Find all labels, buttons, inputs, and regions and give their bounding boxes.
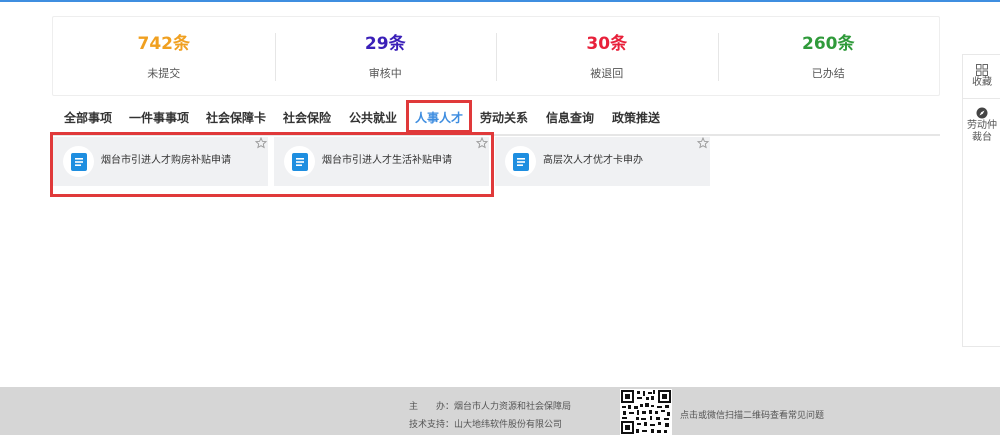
document-icon: [505, 146, 536, 177]
top-accent-line: [0, 0, 1000, 2]
star-icon[interactable]: [697, 137, 709, 149]
tab-info-query[interactable]: 信息查询: [546, 110, 594, 126]
service-card[interactable]: 高层次人才优才卡申办: [495, 137, 710, 186]
tab-social-security-card[interactable]: 社会保障卡: [206, 110, 266, 126]
sidebar-item-label: 收藏: [972, 77, 992, 88]
stat-label: 被退回: [590, 67, 624, 80]
stat-returned[interactable]: 30条 被退回: [496, 17, 718, 95]
footer-support: 技术支持：山大地纬软件股份有限公司: [409, 419, 562, 431]
sidebar-divider: [963, 98, 1000, 99]
active-tab-highlight: [406, 100, 472, 133]
service-card-title: 高层次人才优才卡申办: [543, 155, 643, 166]
footer-support-label: 技术支持：: [409, 420, 455, 430]
sidebar-item-labor-arbitration[interactable]: 劳动仲裁台: [963, 107, 1000, 144]
tab-policy-push[interactable]: 政策推送: [612, 110, 660, 126]
qr-code-icon: [620, 389, 672, 435]
sidebar-item-label: 劳动仲裁台: [967, 120, 997, 143]
tab-public-employment[interactable]: 公共就业: [349, 110, 397, 126]
stat-completed[interactable]: 260条 已办结: [717, 17, 940, 95]
cards-highlight: [50, 132, 494, 197]
stat-label: 未提交: [147, 67, 181, 80]
grid-icon: [976, 64, 988, 76]
stats-panel: 742条 未提交 29条 审核中 30条 被退回 260条 已办结: [52, 16, 940, 96]
right-float-sidebar: 收藏 劳动仲裁台: [962, 54, 1000, 347]
tab-social-insurance[interactable]: 社会保险: [283, 110, 331, 126]
stat-label: 审核中: [368, 67, 402, 80]
page-footer: 主 办：烟台市人力资源和社会保障局 技术支持：山大地纬软件股份有限公司 点击或微…: [0, 387, 1000, 435]
stat-value: 29条: [364, 34, 406, 54]
stat-reviewing[interactable]: 29条 审核中: [274, 17, 497, 95]
qr-code[interactable]: [620, 389, 672, 435]
category-tabs: 全部事项 一件事事项 社会保障卡 社会保险 公共就业 人事人才 劳动关系 信息查…: [52, 102, 940, 136]
footer-host-label: 主 办：: [409, 402, 455, 412]
footer-host: 主 办：烟台市人力资源和社会保障局: [409, 401, 571, 413]
qr-hint-text: 点击或微信扫描二维码查看常见问题: [680, 411, 825, 421]
stat-value: 30条: [586, 34, 628, 54]
footer-support-value: 山大地纬软件股份有限公司: [454, 420, 563, 430]
stat-value: 260条: [802, 34, 855, 54]
compass-icon: [976, 107, 988, 119]
sidebar-item-favorites[interactable]: 收藏: [963, 64, 1000, 89]
stat-value: 742条: [137, 34, 191, 54]
stat-unsubmitted[interactable]: 742条 未提交: [53, 17, 275, 95]
stat-label: 已办结: [811, 67, 845, 80]
footer-host-value: 烟台市人力资源和社会保障局: [454, 402, 572, 412]
tab-one-thing[interactable]: 一件事事项: [129, 110, 189, 126]
tab-labor-relations[interactable]: 劳动关系: [480, 110, 528, 126]
tab-all[interactable]: 全部事项: [64, 110, 112, 126]
